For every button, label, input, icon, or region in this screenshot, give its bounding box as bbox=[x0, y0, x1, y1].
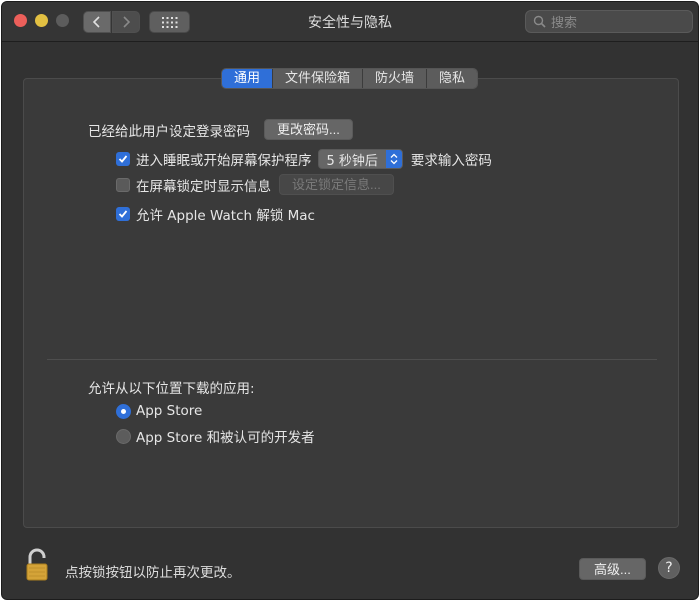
require-password-suffix: 要求输入密码 bbox=[410, 153, 492, 169]
apple-watch-checkbox[interactable] bbox=[116, 207, 130, 221]
title-bar: 安全性与隐私 搜索 bbox=[2, 2, 698, 42]
require-password-checkbox[interactable] bbox=[116, 152, 130, 166]
search-field[interactable]: 搜索 bbox=[525, 10, 693, 33]
password-delay-popup[interactable]: 5 秒钟后 bbox=[317, 149, 403, 169]
padlock-icon[interactable] bbox=[24, 547, 52, 583]
downloads-label: 允许从以下位置下载的应用: bbox=[88, 381, 255, 397]
radio-app-store[interactable] bbox=[116, 403, 131, 419]
password-label: 已经给此用户设定登录密码 bbox=[88, 123, 250, 140]
radio-identified-developers[interactable] bbox=[116, 428, 131, 444]
section-divider bbox=[47, 359, 657, 360]
tab-privacy[interactable]: 隐私 bbox=[427, 69, 478, 88]
general-panel: 已经给此用户设定登录密码 更改密码... 进入睡眠或开始屏幕保护程序 5 秒钟后… bbox=[23, 78, 679, 528]
password-delay-value: 5 秒钟后 bbox=[326, 153, 378, 169]
apple-watch-row: 允许 Apple Watch 解锁 Mac bbox=[116, 204, 315, 224]
radio-identified-developers-label: App Store 和被认可的开发者 bbox=[136, 430, 315, 446]
lock-message-label: 在屏幕锁定时显示信息 bbox=[136, 178, 271, 195]
tab-filevault[interactable]: 文件保险箱 bbox=[273, 69, 364, 88]
help-button[interactable]: ? bbox=[658, 557, 680, 579]
tab-general[interactable]: 通用 bbox=[222, 69, 274, 88]
radio-identified-developers-row[interactable]: App Store 和被认可的开发者 bbox=[116, 426, 315, 446]
apple-watch-label: 允许 Apple Watch 解锁 Mac bbox=[136, 208, 315, 224]
lock-message-checkbox[interactable] bbox=[116, 177, 130, 192]
radio-app-store-label: App Store bbox=[136, 403, 203, 419]
search-placeholder: 搜索 bbox=[551, 16, 578, 31]
preferences-window: 安全性与隐私 搜索 已经给此用户设定登录密码 更改密码... 进入睡眠或开始屏幕… bbox=[1, 1, 699, 600]
require-password-label: 进入睡眠或开始屏幕保护程序 bbox=[136, 153, 312, 169]
radio-app-store-row[interactable]: App Store bbox=[116, 403, 202, 419]
tab-firewall[interactable]: 防火墙 bbox=[363, 69, 428, 88]
popup-arrows-icon bbox=[385, 150, 402, 168]
checkmark-icon bbox=[118, 155, 128, 163]
set-lock-message-button[interactable]: 设定锁定信息... bbox=[279, 174, 394, 195]
require-password-row: 进入睡眠或开始屏幕保护程序 5 秒钟后 要求输入密码 bbox=[116, 149, 492, 169]
search-icon bbox=[533, 15, 546, 28]
password-row: 已经给此用户设定登录密码 更改密码... bbox=[88, 119, 353, 140]
lock-message-row: 在屏幕锁定时显示信息 设定锁定信息... bbox=[116, 174, 394, 195]
downloads-heading-row: 允许从以下位置下载的应用: bbox=[88, 377, 255, 397]
lock-hint-text: 点按锁按钮以防止再次更改。 bbox=[65, 565, 241, 581]
change-password-button[interactable]: 更改密码... bbox=[264, 119, 353, 140]
checkmark-icon bbox=[118, 210, 128, 218]
tab-bar: 通用 文件保险箱 防火墙 隐私 bbox=[221, 68, 479, 89]
advanced-button[interactable]: 高级... bbox=[579, 558, 646, 580]
